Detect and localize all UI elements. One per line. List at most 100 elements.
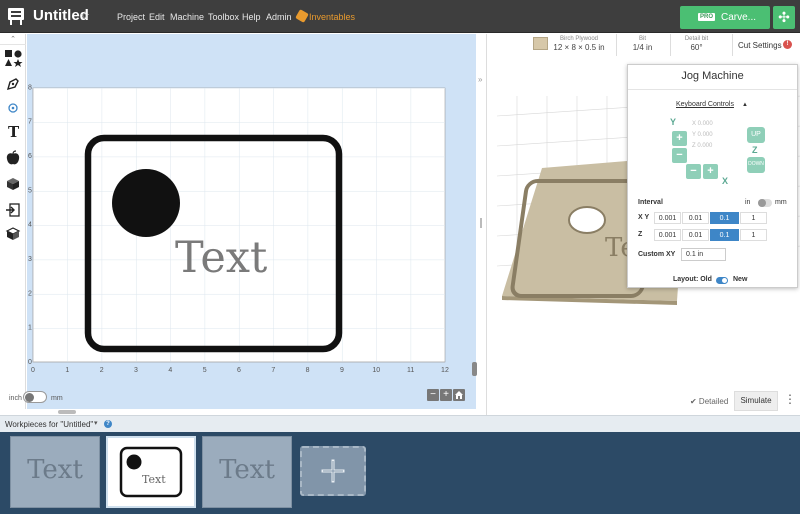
jog-z-up-button[interactable]: UP [747,127,765,143]
inventables-icon [295,9,309,23]
ruler-x-tick-label: 1 [65,367,69,374]
shapes-tool[interactable] [0,46,26,70]
workpieces-tray: Text Text Text [0,432,800,514]
cut-settings-button[interactable]: Cut Settings [738,41,782,50]
custom-xy-label: Custom XY [638,251,676,258]
tray-resize-handle[interactable] [58,410,76,414]
unit-toggle[interactable] [23,391,47,403]
material-swatch[interactable] [533,37,548,50]
custom-xy-input[interactable]: 0.1 in [681,248,726,261]
xy-interval-option-selected[interactable]: 0.1 [710,212,739,224]
text-tool[interactable]: T [0,122,26,146]
unit-mm-label: mm [51,395,63,402]
menu-help[interactable]: Help [242,12,261,22]
add-workpiece-button[interactable] [300,446,366,496]
menu-toolbox[interactable]: Toolbox [208,12,239,22]
ruler-x-tick-label: 7 [271,367,275,374]
caret-up-icon: ▲ [742,102,748,108]
cube-icon [5,227,21,240]
ruler-x-tick-label: 0 [31,367,35,374]
unit-toggle-knob [25,393,34,402]
left-toolbar: ⌃ T [0,34,26,409]
design-circle[interactable] [112,169,180,237]
ruler-x-tick-label: 10 [372,367,380,374]
expand-icon[interactable]: ✣ [773,6,795,29]
canvas-scrollbar[interactable] [472,362,477,376]
jog-machine-panel: Jog Machine Keyboard Controls ▲ Y X 0.00… [627,64,798,288]
design-text[interactable]: Text [175,233,267,283]
easel-logo-icon[interactable] [6,6,26,26]
collapse-arrow-icon[interactable]: » [478,75,482,84]
menu-admin[interactable]: Admin [266,12,292,22]
3d-shapes-tool[interactable] [0,172,26,196]
jog-y-plus-button[interactable]: + [672,131,687,146]
collapse-toolbar-icon[interactable]: ⌃ [0,34,26,45]
zoom-in-button[interactable]: + [440,389,452,401]
keyboard-controls-link[interactable]: Keyboard Controls [676,101,734,108]
apps-tool[interactable] [0,222,26,246]
zoom-out-button[interactable]: − [427,389,439,401]
xy-interval-option[interactable]: 0.001 [654,212,681,224]
ruler-x: 0 1 2 3 4 5 6 7 8 9 10 11 12 [31,367,449,374]
ruler-x-tick-label: 8 [306,367,310,374]
workpiece-thumbnail[interactable]: Text [10,436,100,508]
canvas-svg: 0 1 2 3 4 5 6 7 8 9 10 11 12 012345678 Text [28,84,449,374]
menu-inventables[interactable]: Inventables [309,12,355,22]
xy-interval-label: X Y [638,214,650,221]
thumbnail-preview: Text [119,446,183,498]
interval-unit-mm: mm [775,199,787,206]
carve-button[interactable]: PRO Carve... [680,6,770,29]
z-interval-option[interactable]: 0.01 [682,229,709,241]
bit-selector[interactable]: Bit 1/4 in [620,36,665,52]
help-icon[interactable]: ? [104,420,112,428]
z-interval-option[interactable]: 0.001 [654,229,681,241]
chevron-down-icon[interactable]: ▾ [94,419,98,427]
thumbnail-text: Text [142,473,166,486]
jog-x-minus-button[interactable]: − [686,164,701,179]
design-canvas[interactable]: 0 1 2 3 4 5 6 7 8 9 10 11 12 012345678 Text [27,34,476,409]
y-coordinate: Y 0.000 [692,132,713,138]
xy-interval-option[interactable]: 1 [740,212,767,224]
detailed-checkbox[interactable]: ✔ Detailed [690,397,728,406]
shapes-icon [5,50,23,67]
jog-x-plus-button[interactable]: + [703,164,718,179]
point-tool[interactable] [0,96,26,120]
simulate-button[interactable]: Simulate [734,391,778,411]
ruler-x-tick-label: 2 [100,367,104,374]
text-icon: T [8,123,20,141]
jog-z-down-button[interactable]: DOWN [747,157,765,173]
more-menu-icon[interactable]: ⋮ [784,392,796,406]
workpiece-thumbnail-active[interactable]: Text [106,436,196,508]
detail-bit-selector[interactable]: Detail bit 60° [674,36,719,52]
star-icon[interactable]: ☆ [80,9,90,22]
z-interval-option-selected[interactable]: 0.1 [710,229,739,241]
ruler-y-tick-label: 3 [28,256,32,263]
material-selector[interactable]: Birch Plywood 12 × 8 × 0.5 in [550,36,608,52]
menu-machine[interactable]: Machine [170,12,204,22]
ruler-y-tick-label: 8 [28,84,32,91]
menu-edit[interactable]: Edit [149,12,165,22]
interval-unit-toggle[interactable] [758,199,772,207]
pane-resize-handle[interactable] [480,218,482,228]
ruler-y-tick-label: 1 [28,325,32,332]
workpiece-thumbnail[interactable]: Text [202,436,292,508]
interval-unit-in: in [745,199,751,206]
interval-label: Interval [638,199,663,206]
import-tool[interactable] [0,198,26,222]
icons-tool[interactable] [0,146,26,170]
preview-cut-hole [568,206,606,234]
z-interval-label: Z [638,231,643,238]
ruler-y-tick-label: 2 [28,290,32,297]
xy-interval-option[interactable]: 0.01 [682,212,709,224]
pen-tool[interactable] [0,72,26,96]
layout-label: Layout: Old [673,276,712,283]
layout-toggle[interactable] [716,277,728,284]
detail-bit-label: Detail bit [684,36,709,42]
z-interval-option[interactable]: 1 [740,229,767,241]
menu-project[interactable]: Project [117,12,145,22]
home-view-button[interactable] [453,389,465,401]
bit-value: 1/4 in [632,43,653,52]
workpieces-title: Workpieces for "Untitled" [5,420,94,429]
jog-y-minus-button[interactable]: − [672,148,687,163]
canvas-grid [33,88,445,362]
